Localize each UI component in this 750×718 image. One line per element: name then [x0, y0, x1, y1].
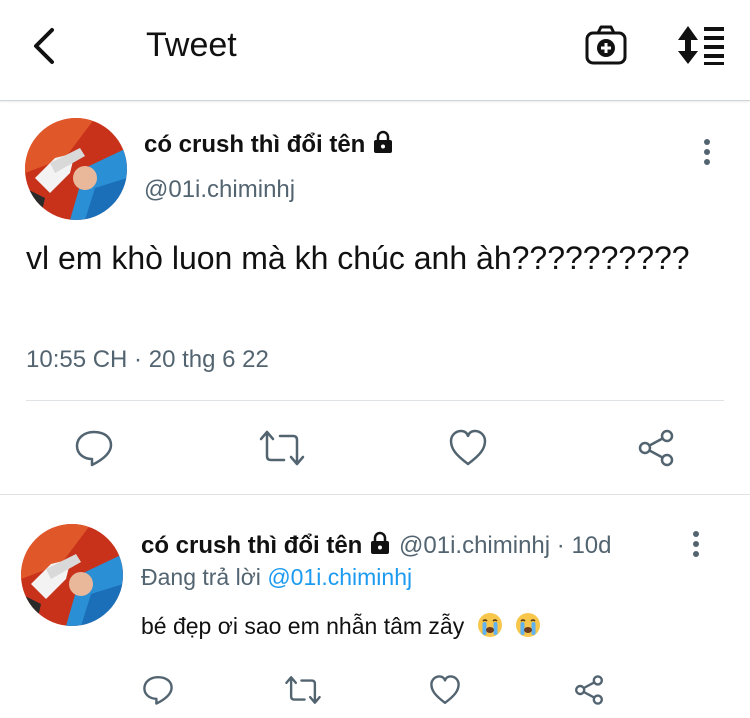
- handle: @01i.chiminhj: [399, 532, 551, 559]
- divider: [26, 400, 724, 401]
- reply-button[interactable]: [142, 674, 174, 711]
- lock-icon: [374, 130, 393, 153]
- crying-face-icon: [516, 613, 540, 637]
- replying-to: Đang trả lời @01i.chiminhj: [141, 564, 412, 591]
- camera-button[interactable]: [584, 24, 628, 66]
- camera-plus-icon: [585, 25, 627, 65]
- like-button[interactable]: [448, 428, 488, 473]
- display-name[interactable]: có crush thì đổi tên: [144, 130, 395, 159]
- like-icon: [430, 675, 460, 704]
- reply-header[interactable]: có crush thì đổi tên @01i.chiminhj · 10d: [141, 531, 611, 560]
- reply-button[interactable]: [74, 428, 114, 473]
- replying-prefix: Đang trả lời: [141, 564, 261, 590]
- divider: [0, 494, 750, 495]
- more-vertical-icon: [704, 139, 710, 165]
- reply-text-line: bé đẹp ơi sao em nhẫn tâm zẫy: [141, 612, 541, 640]
- tweet-text: bé đẹp ơi sao em nhẫn tâm zẫy: [141, 613, 465, 639]
- crying-face-icon: [477, 613, 502, 637]
- chevron-left-icon: [34, 28, 54, 64]
- lock-icon: [371, 531, 390, 554]
- share-button[interactable]: [573, 674, 605, 711]
- share-icon: [638, 429, 674, 467]
- like-icon: [449, 429, 487, 466]
- sort-list-icon: [678, 26, 724, 65]
- sort-button[interactable]: [676, 24, 726, 66]
- more-options-button[interactable]: [686, 528, 706, 562]
- page-title: Tweet: [146, 26, 237, 64]
- tweet-age: · 10d: [556, 532, 612, 559]
- reply-icon: [75, 430, 113, 467]
- more-vertical-icon: [693, 531, 699, 557]
- top-bar: Tweet: [0, 0, 750, 101]
- tweet-text: vl em khò luon mà kh chúc anh àh????????…: [26, 240, 690, 276]
- retweet-button[interactable]: [284, 674, 322, 711]
- share-button[interactable]: [636, 428, 676, 473]
- share-icon: [575, 675, 603, 705]
- more-options-button[interactable]: [697, 136, 717, 170]
- retweet-icon: [259, 430, 305, 466]
- mention-link[interactable]: @01i.chiminhj: [267, 564, 412, 590]
- retweet-button[interactable]: [258, 428, 306, 473]
- like-button[interactable]: [429, 674, 461, 711]
- display-name-text: có crush thì đổi tên: [141, 532, 363, 559]
- back-button[interactable]: [30, 26, 60, 66]
- reply-icon: [143, 676, 173, 705]
- handle[interactable]: @01i.chiminhj: [144, 176, 295, 204]
- retweet-icon: [285, 676, 321, 704]
- display-name-text: có crush thì đổi tên: [144, 131, 366, 158]
- timestamp[interactable]: 10:55 CH · 20 thg 6 22: [26, 346, 269, 374]
- avatar[interactable]: [21, 524, 123, 626]
- avatar[interactable]: [25, 118, 127, 220]
